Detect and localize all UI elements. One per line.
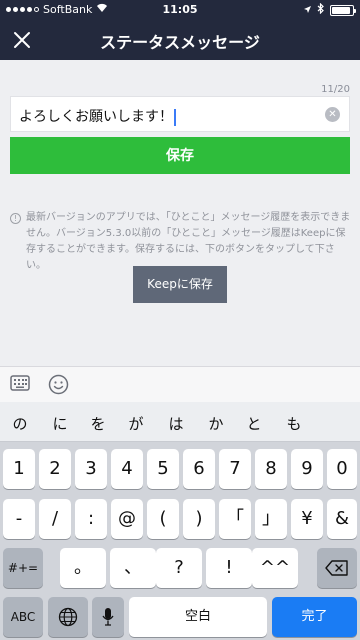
key-1[interactable]: 1 bbox=[3, 449, 35, 489]
key-exclamation[interactable]: ! bbox=[206, 548, 252, 588]
keep-save-button[interactable]: Keepに保存 bbox=[133, 266, 227, 303]
backspace-key[interactable] bbox=[317, 548, 357, 588]
abc-key[interactable]: ABC bbox=[3, 597, 43, 637]
key-4[interactable]: 4 bbox=[111, 449, 143, 489]
prediction-item[interactable]: を bbox=[84, 413, 112, 434]
key-2[interactable]: 2 bbox=[39, 449, 71, 489]
key-slash[interactable]: / bbox=[39, 499, 71, 539]
key-close-bracket[interactable]: 」 bbox=[255, 499, 287, 539]
key-caret-face[interactable]: ^^ bbox=[252, 548, 298, 588]
prediction-item[interactable]: が bbox=[122, 413, 150, 434]
key-0[interactable]: 0 bbox=[327, 449, 357, 489]
clear-input-button[interactable]: ✕ bbox=[325, 107, 340, 122]
smile-icon[interactable] bbox=[48, 374, 69, 395]
prediction-bar: の に を が は か と も bbox=[0, 402, 360, 442]
page-title: ステータスメッセージ bbox=[100, 33, 260, 52]
software-keyboard: の に を が は か と も 1 2 3 4 5 6 7 8 9 0 - / … bbox=[0, 402, 360, 640]
info-icon: ! bbox=[10, 213, 21, 224]
key-open-bracket[interactable]: 「 bbox=[219, 499, 251, 539]
character-counter: 11/20 bbox=[321, 84, 350, 95]
location-icon bbox=[303, 4, 312, 17]
space-key[interactable]: 空白 bbox=[129, 597, 267, 637]
globe-key[interactable] bbox=[48, 597, 88, 637]
key-ampersand[interactable]: & bbox=[327, 499, 357, 539]
prediction-item[interactable]: と bbox=[240, 413, 268, 434]
history-notice: ! 最新バージョンのアプリでは、「ひとこと」メッセージ履歴を表示できません。バー… bbox=[10, 210, 354, 274]
key-question[interactable]: ? bbox=[156, 548, 202, 588]
key-6[interactable]: 6 bbox=[183, 449, 215, 489]
text-cursor bbox=[174, 108, 176, 126]
bluetooth-icon bbox=[317, 2, 325, 17]
key-at[interactable]: @ bbox=[111, 499, 143, 539]
symbol-mode-key[interactable]: #+= bbox=[3, 548, 43, 588]
key-9[interactable]: 9 bbox=[291, 449, 323, 489]
save-button[interactable]: 保存 bbox=[10, 137, 350, 174]
prediction-item[interactable]: の bbox=[6, 413, 34, 434]
key-close-paren[interactable]: ) bbox=[183, 499, 215, 539]
key-period[interactable]: 。 bbox=[60, 548, 106, 588]
status-message-value: よろしくお願いします！ bbox=[19, 109, 173, 125]
prediction-item[interactable]: は bbox=[162, 413, 190, 434]
key-open-paren[interactable]: ( bbox=[147, 499, 179, 539]
prediction-item[interactable]: に bbox=[46, 413, 74, 434]
battery-icon bbox=[330, 4, 356, 16]
app-header: SoftBank 11:05 ステータスメッセージ bbox=[0, 0, 360, 60]
microphone-icon bbox=[102, 608, 114, 626]
nav-bar: ステータスメッセージ bbox=[0, 20, 360, 60]
prediction-item[interactable]: か bbox=[202, 413, 230, 434]
done-key[interactable]: 完了 bbox=[272, 597, 357, 637]
key-7[interactable]: 7 bbox=[219, 449, 251, 489]
globe-icon bbox=[58, 607, 78, 627]
backspace-icon bbox=[325, 560, 348, 576]
key-3[interactable]: 3 bbox=[75, 449, 107, 489]
key-hyphen[interactable]: - bbox=[3, 499, 35, 539]
status-bar: SoftBank 11:05 bbox=[0, 0, 360, 20]
key-yen[interactable]: ¥ bbox=[291, 499, 323, 539]
notice-text: 最新バージョンのアプリでは、「ひとこと」メッセージ履歴を表示できません。バージョ… bbox=[26, 212, 351, 271]
key-8[interactable]: 8 bbox=[255, 449, 287, 489]
keyboard-icon[interactable] bbox=[10, 375, 30, 393]
dictation-key[interactable] bbox=[92, 597, 124, 637]
main-content: 11/20 よろしくお願いします！ ✕ 保存 ! 最新バージョンのアプリでは、「… bbox=[0, 60, 360, 366]
input-toolbar bbox=[0, 366, 360, 402]
status-message-input[interactable]: よろしくお願いします！ ✕ bbox=[10, 96, 350, 132]
clear-icon: ✕ bbox=[328, 109, 337, 120]
key-colon[interactable]: : bbox=[75, 499, 107, 539]
key-comma[interactable]: 、 bbox=[110, 548, 156, 588]
key-5[interactable]: 5 bbox=[147, 449, 179, 489]
prediction-item[interactable]: も bbox=[280, 413, 308, 434]
